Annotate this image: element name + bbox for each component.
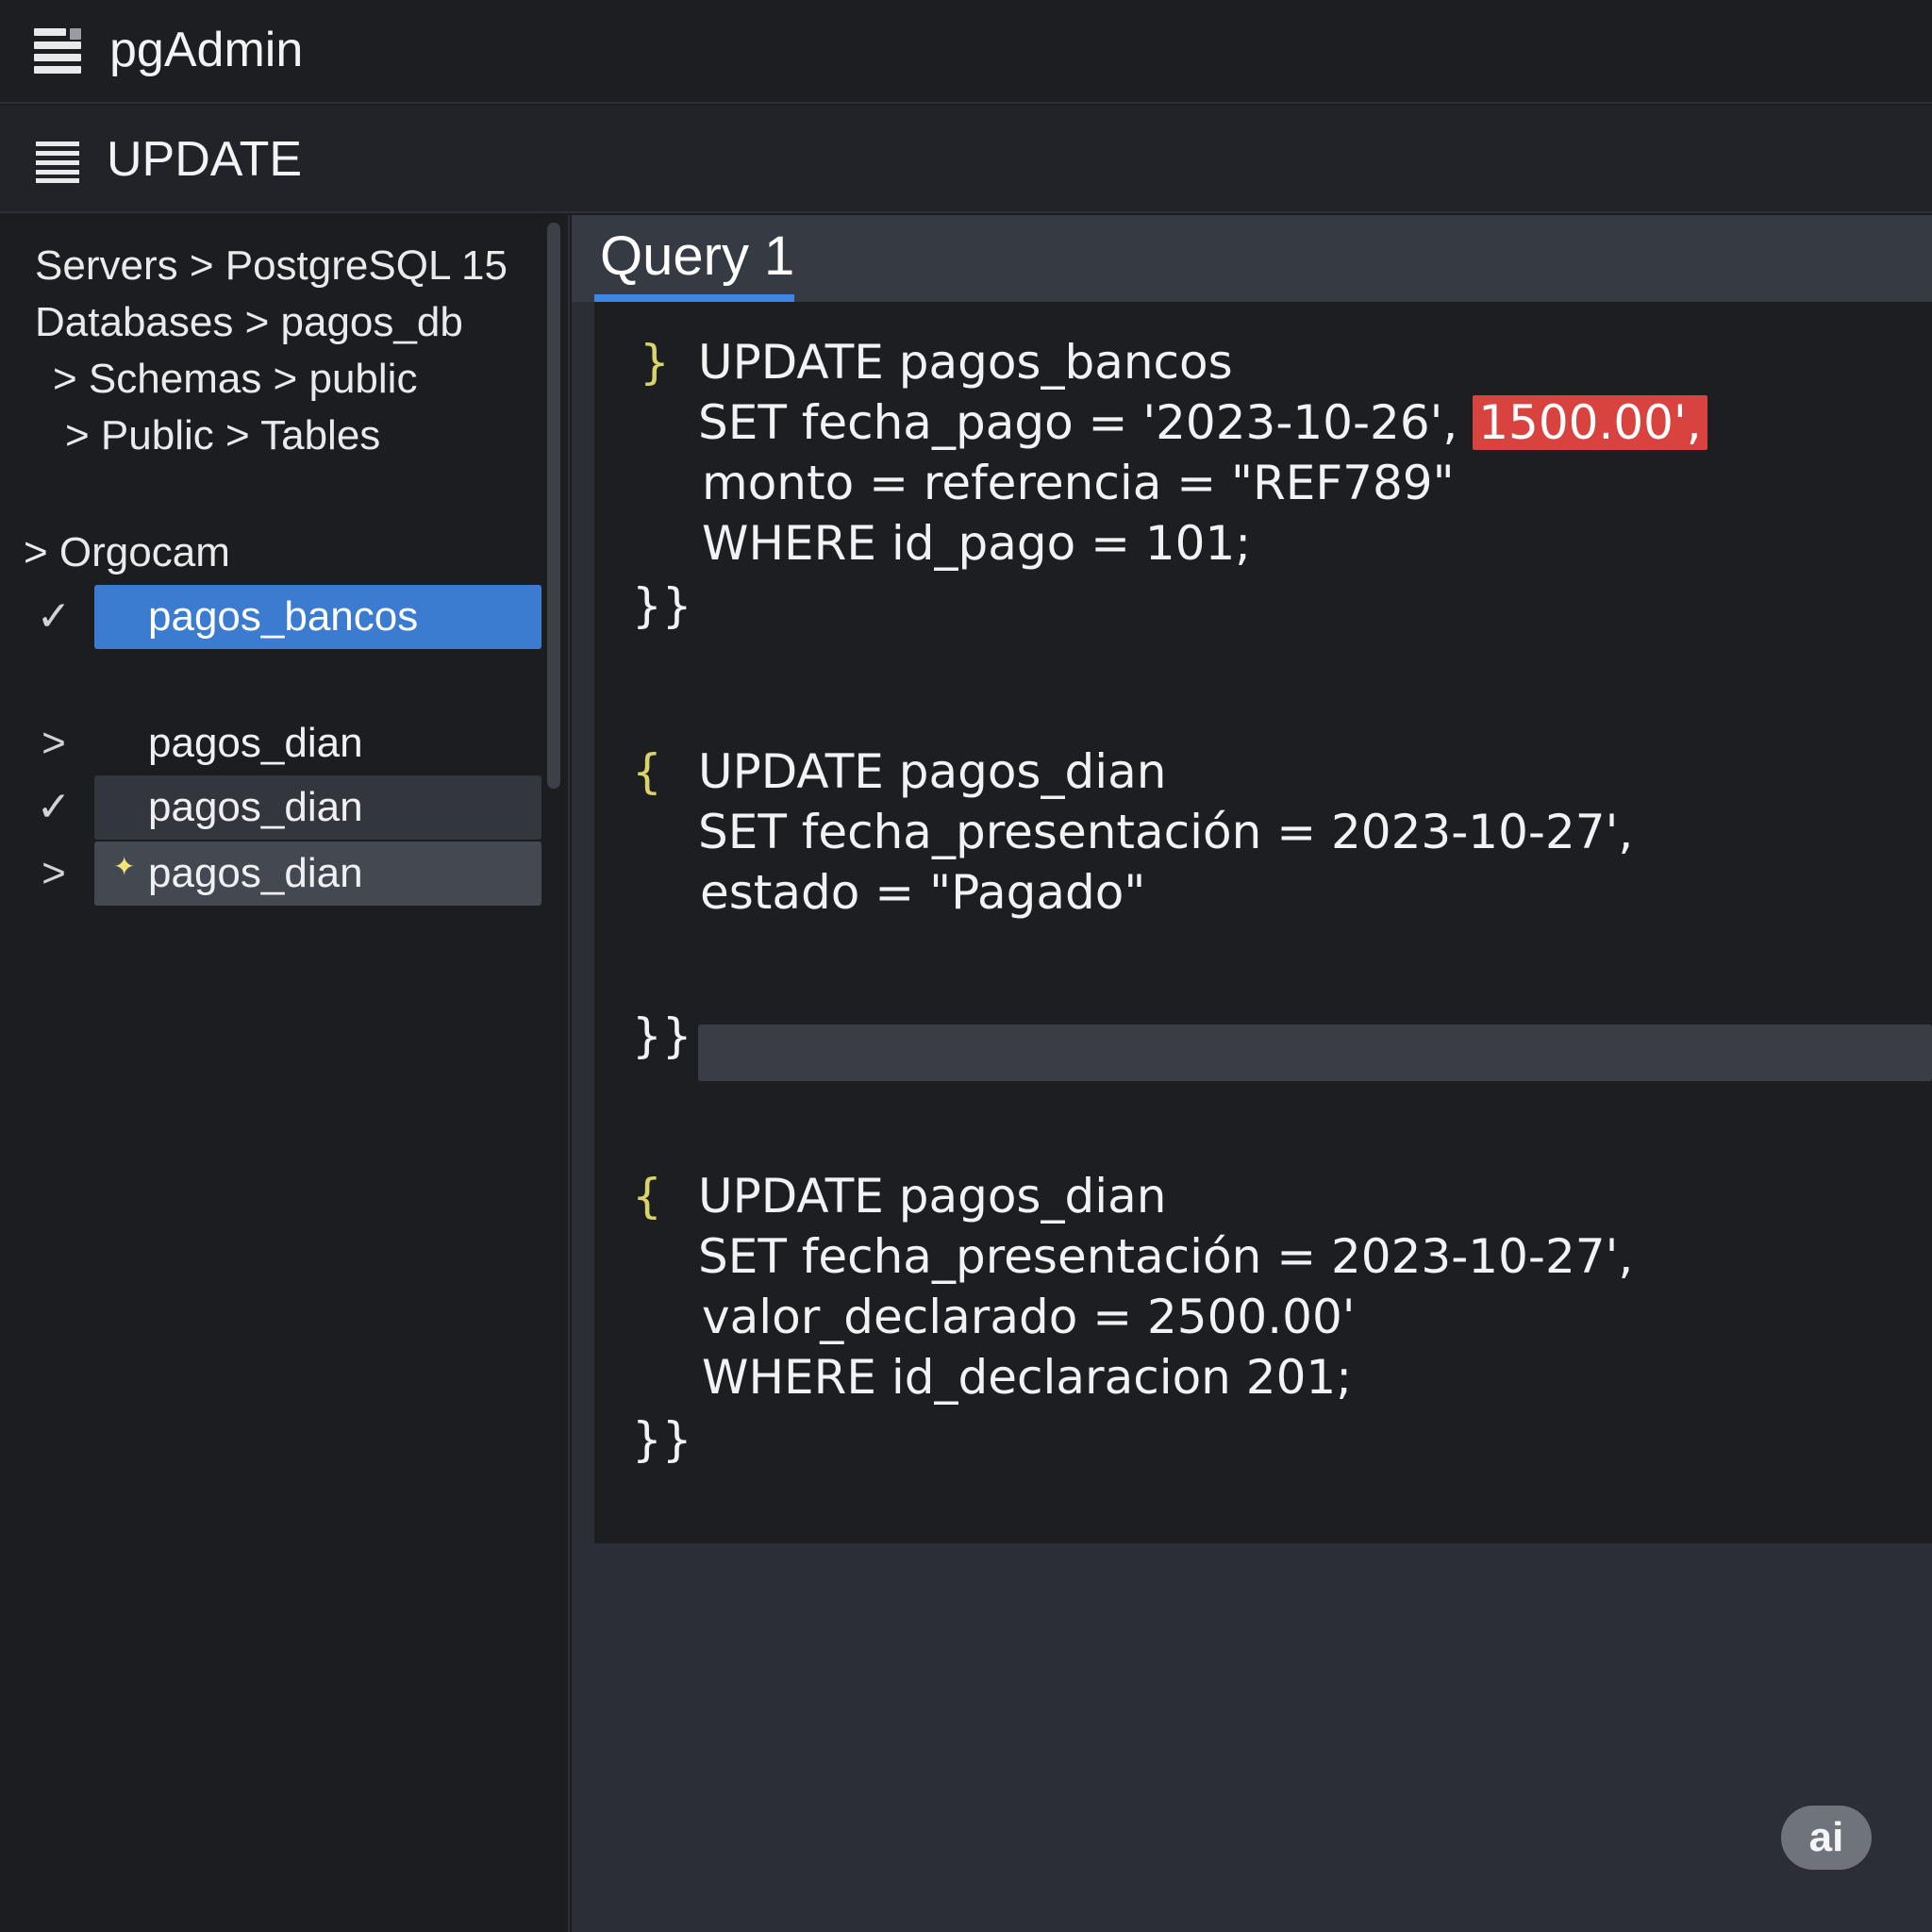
- open-brace: {: [632, 1169, 662, 1224]
- code-line: UPDATE pagos_dian: [698, 744, 1167, 799]
- breadcrumb-databases[interactable]: Databases > pagos_db: [35, 296, 463, 349]
- tree-item-body[interactable]: pagos_dian: [94, 711, 541, 775]
- code-line: UPDATE pagos_bancos: [698, 335, 1233, 390]
- code-line: WHERE id_pago = 101;: [702, 516, 1252, 571]
- breadcrumb-tables[interactable]: > Public > Tables: [65, 409, 380, 462]
- code-line: WHERE id_declaracion 201;: [702, 1350, 1353, 1405]
- code-line: estado = "Pagado": [700, 865, 1146, 920]
- menu-title: UPDATE: [107, 132, 303, 187]
- chevron-right-icon[interactable]: >: [32, 847, 75, 900]
- title-bar: pgAdmin: [0, 0, 1932, 104]
- tree-item-label: pagos_dian: [148, 850, 363, 896]
- code-line: valor_declarado = 2500.00': [702, 1290, 1356, 1344]
- tree-item-pagos-bancos[interactable]: ✓ pagos_bancos: [0, 585, 547, 649]
- tree-item-body[interactable]: pagos_dian: [94, 775, 541, 840]
- close-brace: }}: [632, 1412, 692, 1467]
- breadcrumb-schemas[interactable]: > Schemas > public: [53, 353, 417, 406]
- error-highlight: 1500.00',: [1473, 395, 1707, 450]
- tree-item-pagos-dian-3[interactable]: > ✦ pagos_dian: [0, 841, 547, 906]
- close-brace: }}: [632, 578, 692, 633]
- active-tab-indicator: [594, 294, 794, 302]
- code-line: SET fecha_presentación = 2023-10-27',: [698, 805, 1634, 859]
- open-brace: {: [632, 744, 662, 799]
- sparkle-icon: ✦: [113, 852, 136, 881]
- menu-bar: UPDATE: [0, 106, 1932, 213]
- tab-query-1[interactable]: Query 1: [594, 215, 794, 302]
- tab-strip: Query 1: [572, 215, 1932, 302]
- query-tool-panel: Query 1 } UPDATE pagos_bancos SET fecha_…: [572, 215, 1932, 1932]
- tree-group-orgocam[interactable]: > Orgocam: [24, 526, 230, 579]
- code-line: SET fecha_presentación = 2023-10-27',: [698, 1229, 1634, 1284]
- tree-item-body[interactable]: ✦ pagos_dian: [94, 841, 541, 906]
- tree-item-pagos-dian-2[interactable]: ✓ pagos_dian: [0, 775, 547, 840]
- chevron-right-icon[interactable]: >: [32, 717, 75, 770]
- current-line-highlight[interactable]: [698, 1024, 1932, 1081]
- ai-assistant-button[interactable]: ai: [1781, 1806, 1872, 1870]
- tree-item-label: pagos_bancos: [148, 593, 419, 640]
- table-icon: [34, 28, 81, 74]
- code-line: monto = referencia = "REF789": [702, 456, 1455, 510]
- object-explorer: Servers > PostgreSQL 15 Databases > pago…: [0, 215, 570, 1932]
- tree-item-label: pagos_dian: [148, 720, 363, 766]
- app-title: pgAdmin: [109, 23, 304, 77]
- tab-label: Query 1: [600, 225, 795, 287]
- hamburger-icon[interactable]: [36, 142, 79, 183]
- tree-item-body[interactable]: pagos_bancos: [94, 585, 541, 649]
- open-brace: }: [640, 335, 670, 390]
- check-icon: ✓: [36, 593, 72, 640]
- sidebar-scrollbar[interactable]: [547, 223, 560, 789]
- check-icon: ✓: [36, 784, 72, 830]
- code-line: SET fecha_pago = '2023-10-26', 1500.00',: [698, 392, 1707, 453]
- code-text: SET fecha_pago = '2023-10-26',: [698, 395, 1458, 450]
- close-brace: }}: [632, 1008, 692, 1063]
- code-line: UPDATE pagos_dian: [698, 1169, 1167, 1224]
- breadcrumb-servers[interactable]: Servers > PostgreSQL 15: [35, 240, 508, 292]
- tree-item-label: pagos_dian: [148, 784, 363, 830]
- sql-editor[interactable]: } UPDATE pagos_bancos SET fecha_pago = '…: [594, 302, 1932, 1543]
- tree-item-pagos-dian-1[interactable]: > pagos_dian: [0, 711, 547, 775]
